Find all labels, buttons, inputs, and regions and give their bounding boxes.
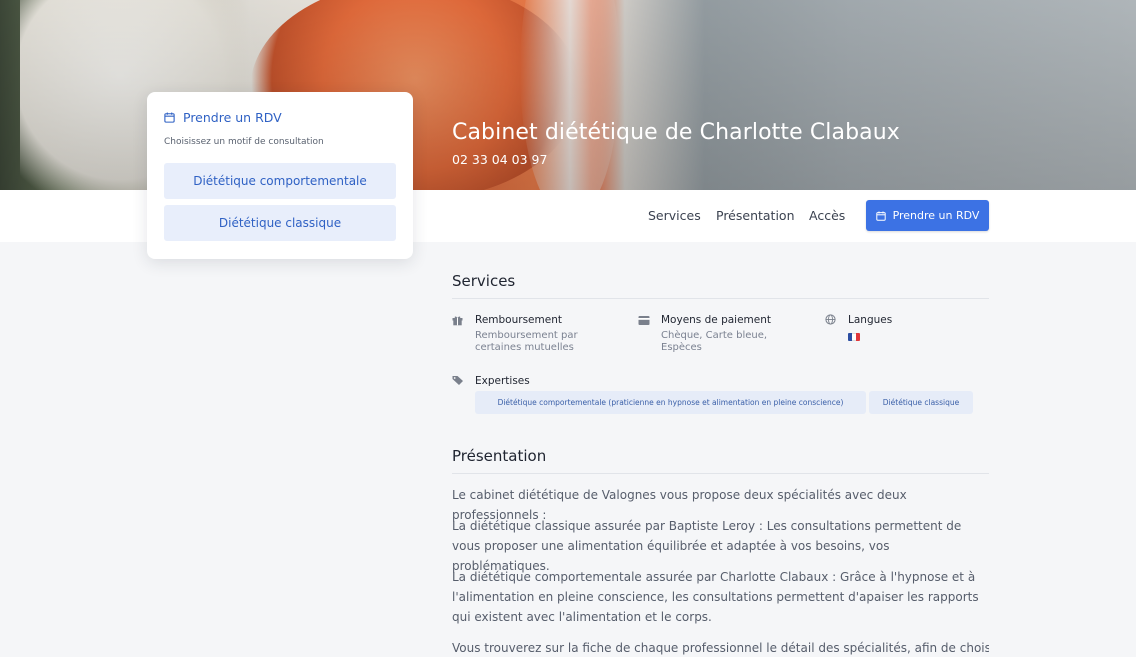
globe-icon <box>825 314 836 325</box>
service-text-remboursement-line1: Remboursement par <box>475 330 578 341</box>
expertise-tag-classique[interactable]: Diététique classique <box>869 391 973 414</box>
nav-link-services[interactable]: Services <box>648 208 701 223</box>
calendar-icon <box>875 211 886 221</box>
calendar-icon <box>164 112 175 123</box>
phone-number[interactable]: 02 33 04 03 97 <box>452 152 547 167</box>
book-appointment-label: Prendre un RDV <box>892 209 980 222</box>
booking-card-heading: Prendre un RDV <box>164 110 282 125</box>
presentation-heading: Présentation <box>452 447 547 465</box>
page-title: Cabinet diététique de Charlotte Clabaux <box>452 120 900 145</box>
expertise-tag-comportementale[interactable]: Diététique comportementale (praticienne … <box>475 391 866 414</box>
motif-button-comportementale[interactable]: Diététique comportementale <box>164 163 396 199</box>
service-text-remboursement-line2: certaines mutuelles <box>475 342 574 353</box>
tags-icon <box>452 376 463 385</box>
nav-link-acces[interactable]: Accès <box>809 208 845 223</box>
service-title-langues: Langues <box>848 314 893 326</box>
expertises-title: Expertises <box>475 375 530 387</box>
booking-card-subtitle: Choisissez un motif de consultation <box>164 137 324 147</box>
service-text-paiement-line1: Chèque, Carte bleue, <box>661 330 768 341</box>
presentation-paragraph-4: Vous trouverez sur la fiche de chaque pr… <box>452 641 989 655</box>
motif-button-classique[interactable]: Diététique classique <box>164 205 396 241</box>
french-flag-icon <box>848 333 860 341</box>
divider <box>452 298 989 299</box>
divider <box>452 473 989 474</box>
service-text-paiement-line2: Espèces <box>661 342 702 353</box>
booking-card: Prendre un RDV Choisissez un motif de co… <box>147 92 413 259</box>
nav-link-presentation[interactable]: Présentation <box>716 208 795 223</box>
service-title-remboursement: Remboursement <box>475 314 562 326</box>
book-appointment-button[interactable]: Prendre un RDV <box>866 200 989 231</box>
service-title-paiement: Moyens de paiement <box>661 314 772 326</box>
presentation-paragraph-3: La diététique comportementale assurée pa… <box>452 570 979 624</box>
services-heading: Services <box>452 272 516 290</box>
gift-icon <box>452 316 463 326</box>
booking-card-title: Prendre un RDV <box>183 110 282 125</box>
credit-card-icon <box>638 316 650 325</box>
